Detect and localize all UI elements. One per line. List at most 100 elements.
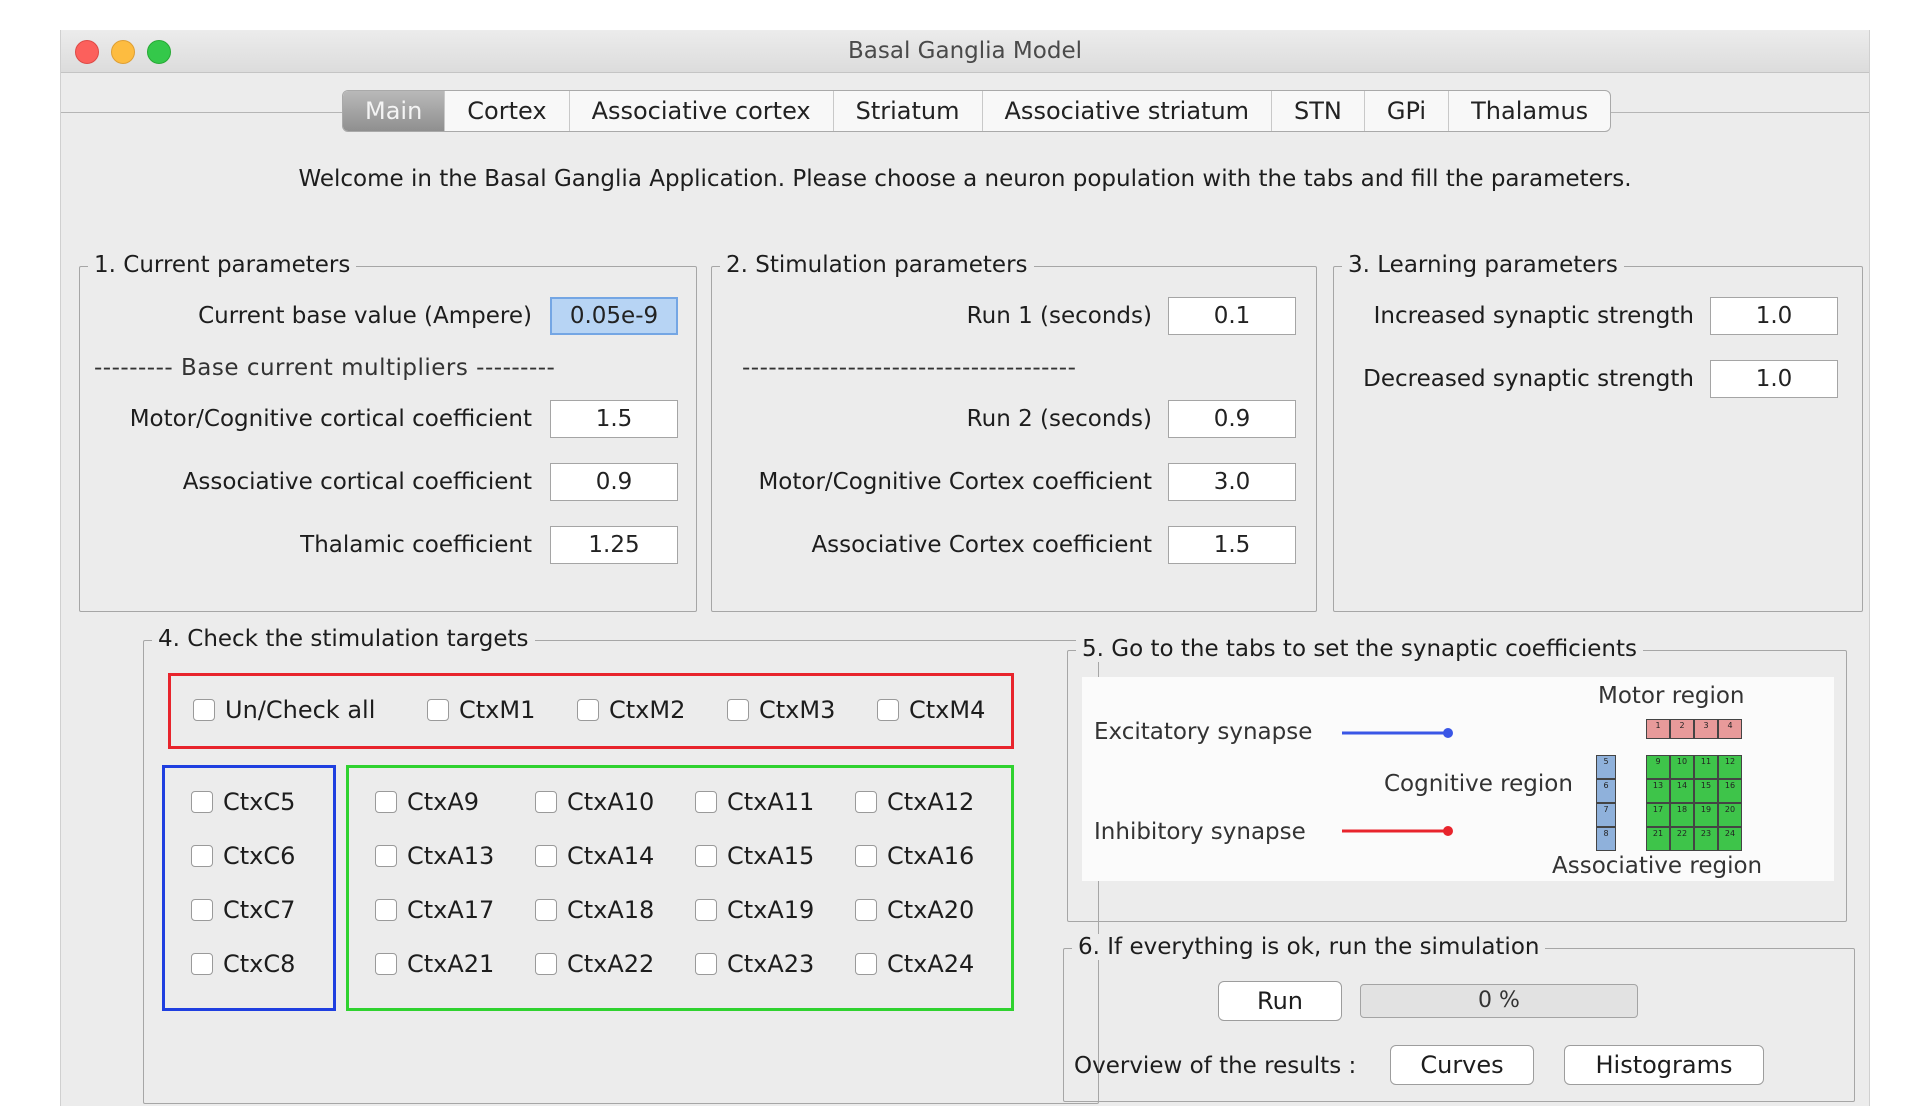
ctxa20-checkbox[interactable]: CtxA20 [855,896,974,924]
tab-striatum[interactable]: Striatum [834,91,983,131]
curves-button[interactable]: Curves [1390,1045,1534,1085]
tab-main[interactable]: Main [343,91,446,131]
motor-cortical-label: Motor/Cognitive cortical coefficient [129,406,532,432]
ctxc6-checkbox[interactable]: CtxC6 [191,842,295,870]
checkbox-box[interactable] [535,791,557,813]
associative-cortical-input[interactable] [550,463,678,501]
tab-thalamus[interactable]: Thalamus [1449,91,1610,131]
associative-region-label: Associative region [1552,853,1763,879]
checkbox-box[interactable] [191,953,213,975]
motor-cognitive-cortex-label: Motor/Cognitive Cortex coefficient [758,469,1152,495]
checkbox-box[interactable] [191,845,213,867]
checkbox-box[interactable] [695,953,717,975]
ctxa13-checkbox[interactable]: CtxA13 [375,842,494,870]
stimulation-parameters-group: 2. Stimulation parameters Run 1 (seconds… [711,252,1317,612]
associative-cell: 24 [1718,827,1742,851]
ctxa24-checkbox[interactable]: CtxA24 [855,950,974,978]
tab-bar: Main Cortex Associative cortex Striatum … [342,90,1612,132]
run1-input[interactable] [1168,297,1296,335]
ctxa10-checkbox[interactable]: CtxA10 [535,788,654,816]
checkbox-box[interactable] [855,953,877,975]
histograms-button[interactable]: Histograms [1564,1045,1764,1085]
ctxa14-checkbox[interactable]: CtxA14 [535,842,654,870]
associative-cell: 17 [1646,803,1670,827]
increased-strength-input[interactable] [1710,297,1838,335]
associative-cell: 16 [1718,779,1742,803]
ctxa21-checkbox[interactable]: CtxA21 [375,950,494,978]
ctxa17-checkbox[interactable]: CtxA17 [375,896,494,924]
checkbox-box[interactable] [375,845,397,867]
window-title: Basal Ganglia Model [848,38,1082,64]
checkbox-box[interactable] [855,791,877,813]
param-row: Run 1 (seconds) [712,297,1152,335]
ctxa9-checkbox[interactable]: CtxA9 [375,788,479,816]
checkbox-box[interactable] [877,699,899,721]
ctxa11-checkbox[interactable]: CtxA11 [695,788,814,816]
checkbox-box[interactable] [855,845,877,867]
motor-cognitive-cortex-input[interactable] [1168,463,1296,501]
checkbox-box[interactable] [375,953,397,975]
current-parameters-group: 1. Current parameters Current base value… [79,252,697,612]
checkbox-label: CtxA9 [407,788,480,816]
cognitive-cell: 6 [1596,779,1616,803]
associative-cell: 12 [1718,755,1742,779]
ctxc8-checkbox[interactable]: CtxC8 [191,950,295,978]
decreased-strength-input[interactable] [1710,360,1838,398]
ctxa12-checkbox[interactable]: CtxA12 [855,788,974,816]
param-row: Decreased synaptic strength [1334,360,1694,398]
checkbox-box[interactable] [695,791,717,813]
thalamic-input[interactable] [550,526,678,564]
run1-label: Run 1 (seconds) [966,303,1152,329]
ctxm4-checkbox[interactable]: CtxM4 [877,696,985,724]
checkbox-box[interactable] [695,899,717,921]
associative-cortex-input[interactable] [1168,526,1296,564]
ctxa16-checkbox[interactable]: CtxA16 [855,842,974,870]
checkbox-box[interactable] [191,791,213,813]
checkbox-box[interactable] [191,899,213,921]
checkbox-box[interactable] [577,699,599,721]
checkbox-label: CtxA15 [727,842,815,870]
checkbox-label: CtxA22 [567,950,655,978]
group-legend: 6. If everything is ok, run the simulati… [1072,934,1546,960]
run2-label: Run 2 (seconds) [966,406,1152,432]
checkbox-box[interactable] [535,845,557,867]
checkbox-box[interactable] [193,699,215,721]
checkbox-box[interactable] [855,899,877,921]
current-base-input[interactable] [550,297,678,335]
checkbox-box[interactable] [535,899,557,921]
tab-cortex[interactable]: Cortex [445,91,570,131]
checkbox-box[interactable] [695,845,717,867]
ctxa15-checkbox[interactable]: CtxA15 [695,842,814,870]
tab-gpi[interactable]: GPi [1365,91,1450,131]
ctxa19-checkbox[interactable]: CtxA19 [695,896,814,924]
ctxm3-checkbox[interactable]: CtxM3 [727,696,835,724]
checkbox-box[interactable] [375,899,397,921]
run2-input[interactable] [1168,400,1296,438]
ctxm2-checkbox[interactable]: CtxM2 [577,696,685,724]
run-button[interactable]: Run [1218,981,1342,1021]
ctxc5-checkbox[interactable]: CtxC5 [191,788,295,816]
associative-zone: CtxA9 CtxA10 CtxA11 CtxA12 CtxA13 CtxA14… [346,765,1014,1011]
tab-associative-striatum[interactable]: Associative striatum [983,91,1273,131]
associative-cell: 13 [1646,779,1670,803]
associative-cell: 18 [1670,803,1694,827]
checkbox-box[interactable] [727,699,749,721]
checkbox-box[interactable] [427,699,449,721]
ctxa23-checkbox[interactable]: CtxA23 [695,950,814,978]
tab-stn[interactable]: STN [1272,91,1365,131]
param-row: Motor/Cognitive cortical coefficient [80,400,532,438]
associative-cell: 15 [1694,779,1718,803]
ctxa22-checkbox[interactable]: CtxA22 [535,950,654,978]
checkbox-label: CtxA17 [407,896,495,924]
ctxc7-checkbox[interactable]: CtxC7 [191,896,295,924]
checkbox-box[interactable] [375,791,397,813]
increased-strength-label: Increased synaptic strength [1373,303,1694,329]
group-legend: 2. Stimulation parameters [720,252,1034,278]
tab-associative-cortex[interactable]: Associative cortex [570,91,834,131]
ctxa18-checkbox[interactable]: CtxA18 [535,896,654,924]
checkbox-box[interactable] [535,953,557,975]
ctxm1-checkbox[interactable]: CtxM1 [427,696,535,724]
motor-cortical-input[interactable] [550,400,678,438]
uncheck-all-checkbox[interactable]: Un/Check all [193,696,375,724]
checkbox-label: CtxA23 [727,950,815,978]
